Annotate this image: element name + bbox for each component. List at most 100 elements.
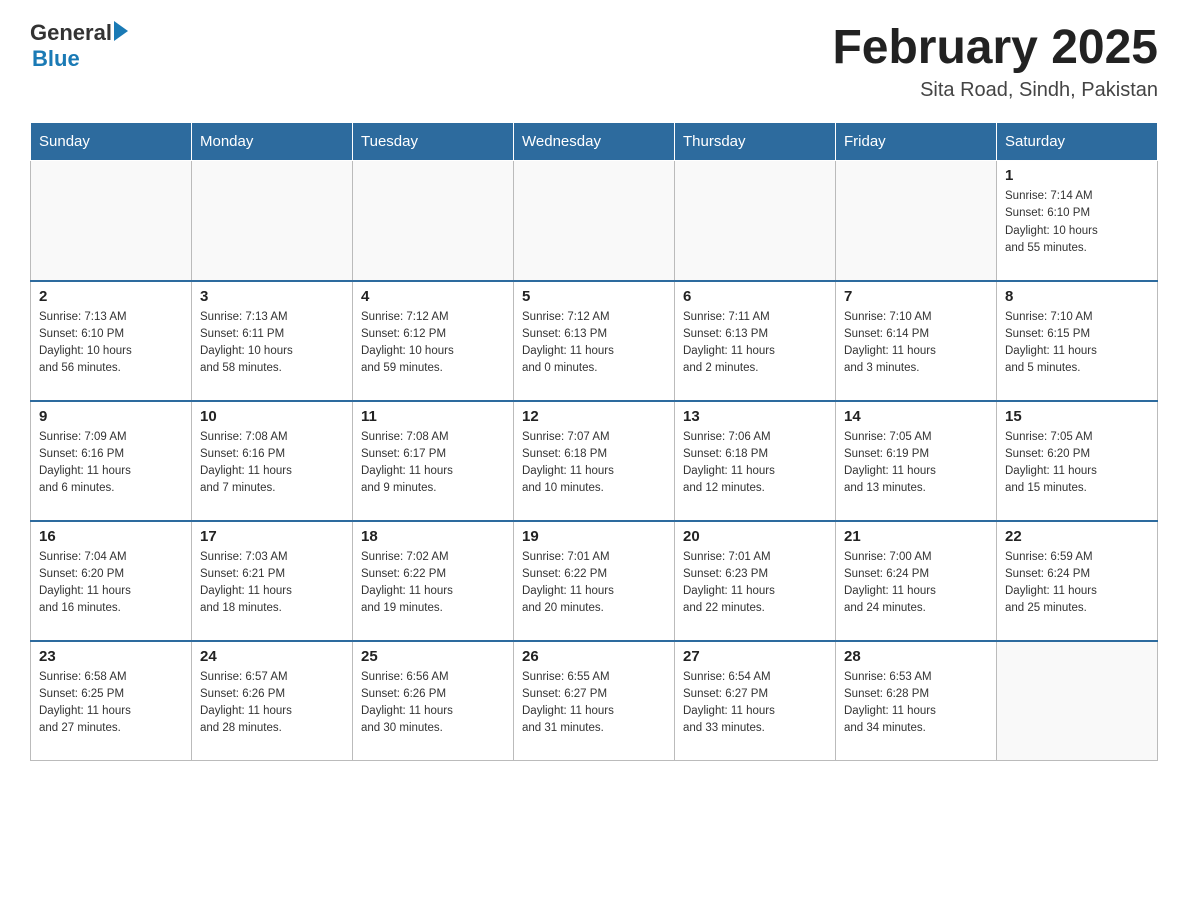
day-header-saturday: Saturday xyxy=(997,123,1158,161)
calendar-cell xyxy=(836,161,997,281)
day-info: Sunrise: 7:05 AMSunset: 6:20 PMDaylight:… xyxy=(1005,429,1149,498)
calendar-cell: 27 Sunrise: 6:54 AMSunset: 6:27 PMDayligh… xyxy=(675,641,836,761)
calendar-week-row: 9 Sunrise: 7:09 AMSunset: 6:16 PMDaylight… xyxy=(31,401,1158,521)
day-number: 27 xyxy=(683,648,827,665)
day-info: Sunrise: 7:09 AMSunset: 6:16 PMDaylight:… xyxy=(39,429,183,498)
calendar-cell: 20 Sunrise: 7:01 AMSunset: 6:23 PMDayligh… xyxy=(675,521,836,641)
calendar-cell: 22 Sunrise: 6:59 AMSunset: 6:24 PMDayligh… xyxy=(997,521,1158,641)
calendar-cell: 13 Sunrise: 7:06 AMSunset: 6:18 PMDayligh… xyxy=(675,401,836,521)
day-header-tuesday: Tuesday xyxy=(353,123,514,161)
calendar-cell: 10 Sunrise: 7:08 AMSunset: 6:16 PMDayligh… xyxy=(192,401,353,521)
day-number: 2 xyxy=(39,288,183,305)
day-info: Sunrise: 7:05 AMSunset: 6:19 PMDaylight:… xyxy=(844,429,988,498)
calendar-subtitle: Sita Road, Sindh, Pakistan xyxy=(832,79,1158,102)
calendar-cell: 4 Sunrise: 7:12 AMSunset: 6:12 PMDaylight… xyxy=(353,281,514,401)
day-info: Sunrise: 7:06 AMSunset: 6:18 PMDaylight:… xyxy=(683,429,827,498)
day-info: Sunrise: 6:56 AMSunset: 6:26 PMDaylight:… xyxy=(361,669,505,738)
day-number: 3 xyxy=(200,288,344,305)
day-header-thursday: Thursday xyxy=(675,123,836,161)
page-header: General Blue February 2025 Sita Road, Si… xyxy=(30,20,1158,102)
day-number: 23 xyxy=(39,648,183,665)
day-info: Sunrise: 7:02 AMSunset: 6:22 PMDaylight:… xyxy=(361,549,505,618)
logo-arrow-icon xyxy=(114,21,128,41)
calendar-cell: 3 Sunrise: 7:13 AMSunset: 6:11 PMDaylight… xyxy=(192,281,353,401)
calendar-table: SundayMondayTuesdayWednesdayThursdayFrid… xyxy=(30,122,1158,761)
day-info: Sunrise: 7:14 AMSunset: 6:10 PMDaylight:… xyxy=(1005,188,1149,257)
day-info: Sunrise: 7:08 AMSunset: 6:17 PMDaylight:… xyxy=(361,429,505,498)
day-info: Sunrise: 7:01 AMSunset: 6:23 PMDaylight:… xyxy=(683,549,827,618)
calendar-cell: 24 Sunrise: 6:57 AMSunset: 6:26 PMDayligh… xyxy=(192,641,353,761)
calendar-week-row: 1 Sunrise: 7:14 AMSunset: 6:10 PMDaylight… xyxy=(31,161,1158,281)
day-number: 12 xyxy=(522,408,666,425)
day-number: 15 xyxy=(1005,408,1149,425)
calendar-cell: 18 Sunrise: 7:02 AMSunset: 6:22 PMDayligh… xyxy=(353,521,514,641)
day-number: 14 xyxy=(844,408,988,425)
calendar-week-row: 2 Sunrise: 7:13 AMSunset: 6:10 PMDaylight… xyxy=(31,281,1158,401)
day-info: Sunrise: 7:08 AMSunset: 6:16 PMDaylight:… xyxy=(200,429,344,498)
day-info: Sunrise: 7:12 AMSunset: 6:12 PMDaylight:… xyxy=(361,309,505,378)
day-info: Sunrise: 6:59 AMSunset: 6:24 PMDaylight:… xyxy=(1005,549,1149,618)
calendar-cell xyxy=(192,161,353,281)
day-number: 21 xyxy=(844,528,988,545)
day-info: Sunrise: 6:54 AMSunset: 6:27 PMDaylight:… xyxy=(683,669,827,738)
day-info: Sunrise: 6:58 AMSunset: 6:25 PMDaylight:… xyxy=(39,669,183,738)
calendar-cell xyxy=(514,161,675,281)
day-number: 26 xyxy=(522,648,666,665)
day-info: Sunrise: 7:12 AMSunset: 6:13 PMDaylight:… xyxy=(522,309,666,378)
day-number: 19 xyxy=(522,528,666,545)
day-number: 9 xyxy=(39,408,183,425)
day-number: 28 xyxy=(844,648,988,665)
day-info: Sunrise: 7:07 AMSunset: 6:18 PMDaylight:… xyxy=(522,429,666,498)
day-number: 1 xyxy=(1005,167,1149,184)
day-info: Sunrise: 6:53 AMSunset: 6:28 PMDaylight:… xyxy=(844,669,988,738)
logo: General Blue xyxy=(30,20,128,72)
day-number: 13 xyxy=(683,408,827,425)
day-info: Sunrise: 7:10 AMSunset: 6:15 PMDaylight:… xyxy=(1005,309,1149,378)
calendar-cell: 25 Sunrise: 6:56 AMSunset: 6:26 PMDayligh… xyxy=(353,641,514,761)
day-number: 18 xyxy=(361,528,505,545)
day-number: 8 xyxy=(1005,288,1149,305)
calendar-cell: 17Sunrise: 7:03 AMSunset: 6:21 PMDayligh… xyxy=(192,521,353,641)
day-number: 25 xyxy=(361,648,505,665)
day-info: Sunrise: 7:13 AMSunset: 6:11 PMDaylight:… xyxy=(200,309,344,378)
day-header-sunday: Sunday xyxy=(31,123,192,161)
day-info: Sunrise: 7:13 AMSunset: 6:10 PMDaylight:… xyxy=(39,309,183,378)
day-number: 17 xyxy=(200,528,344,545)
day-header-friday: Friday xyxy=(836,123,997,161)
day-info: Sunrise: 7:10 AMSunset: 6:14 PMDaylight:… xyxy=(844,309,988,378)
calendar-week-row: 23 Sunrise: 6:58 AMSunset: 6:25 PMDayligh… xyxy=(31,641,1158,761)
title-area: February 2025 Sita Road, Sindh, Pakistan xyxy=(832,20,1158,102)
day-info: Sunrise: 7:01 AMSunset: 6:22 PMDaylight:… xyxy=(522,549,666,618)
calendar-cell: 8 Sunrise: 7:10 AMSunset: 6:15 PMDaylight… xyxy=(997,281,1158,401)
calendar-cell xyxy=(31,161,192,281)
day-number: 20 xyxy=(683,528,827,545)
calendar-cell: 5 Sunrise: 7:12 AMSunset: 6:13 PMDaylight… xyxy=(514,281,675,401)
day-header-monday: Monday xyxy=(192,123,353,161)
calendar-cell xyxy=(353,161,514,281)
day-info: Sunrise: 7:00 AMSunset: 6:24 PMDaylight:… xyxy=(844,549,988,618)
logo-blue-text: Blue xyxy=(32,46,80,71)
day-number: 4 xyxy=(361,288,505,305)
calendar-cell: 11 Sunrise: 7:08 AMSunset: 6:17 PMDayligh… xyxy=(353,401,514,521)
calendar-cell xyxy=(997,641,1158,761)
calendar-cell: 12 Sunrise: 7:07 AMSunset: 6:18 PMDayligh… xyxy=(514,401,675,521)
calendar-cell xyxy=(675,161,836,281)
calendar-cell: 23 Sunrise: 6:58 AMSunset: 6:25 PMDayligh… xyxy=(31,641,192,761)
day-number: 11 xyxy=(361,408,505,425)
calendar-cell: 7 Sunrise: 7:10 AMSunset: 6:14 PMDaylight… xyxy=(836,281,997,401)
day-number: 24 xyxy=(200,648,344,665)
day-number: 5 xyxy=(522,288,666,305)
day-info: Sunrise: 6:57 AMSunset: 6:26 PMDaylight:… xyxy=(200,669,344,738)
calendar-cell: 6Sunrise: 7:11 AMSunset: 6:13 PMDaylight… xyxy=(675,281,836,401)
day-number: 16 xyxy=(39,528,183,545)
calendar-cell: 15 Sunrise: 7:05 AMSunset: 6:20 PMDayligh… xyxy=(997,401,1158,521)
day-number: 22 xyxy=(1005,528,1149,545)
calendar-cell: 28 Sunrise: 6:53 AMSunset: 6:28 PMDayligh… xyxy=(836,641,997,761)
calendar-cell: 14 Sunrise: 7:05 AMSunset: 6:19 PMDayligh… xyxy=(836,401,997,521)
day-number: 10 xyxy=(200,408,344,425)
calendar-cell: 1 Sunrise: 7:14 AMSunset: 6:10 PMDaylight… xyxy=(997,161,1158,281)
day-info: Sunrise: 6:55 AMSunset: 6:27 PMDaylight:… xyxy=(522,669,666,738)
calendar-cell: 2 Sunrise: 7:13 AMSunset: 6:10 PMDaylight… xyxy=(31,281,192,401)
day-number: 7 xyxy=(844,288,988,305)
calendar-cell: 16Sunrise: 7:04 AMSunset: 6:20 PMDayligh… xyxy=(31,521,192,641)
